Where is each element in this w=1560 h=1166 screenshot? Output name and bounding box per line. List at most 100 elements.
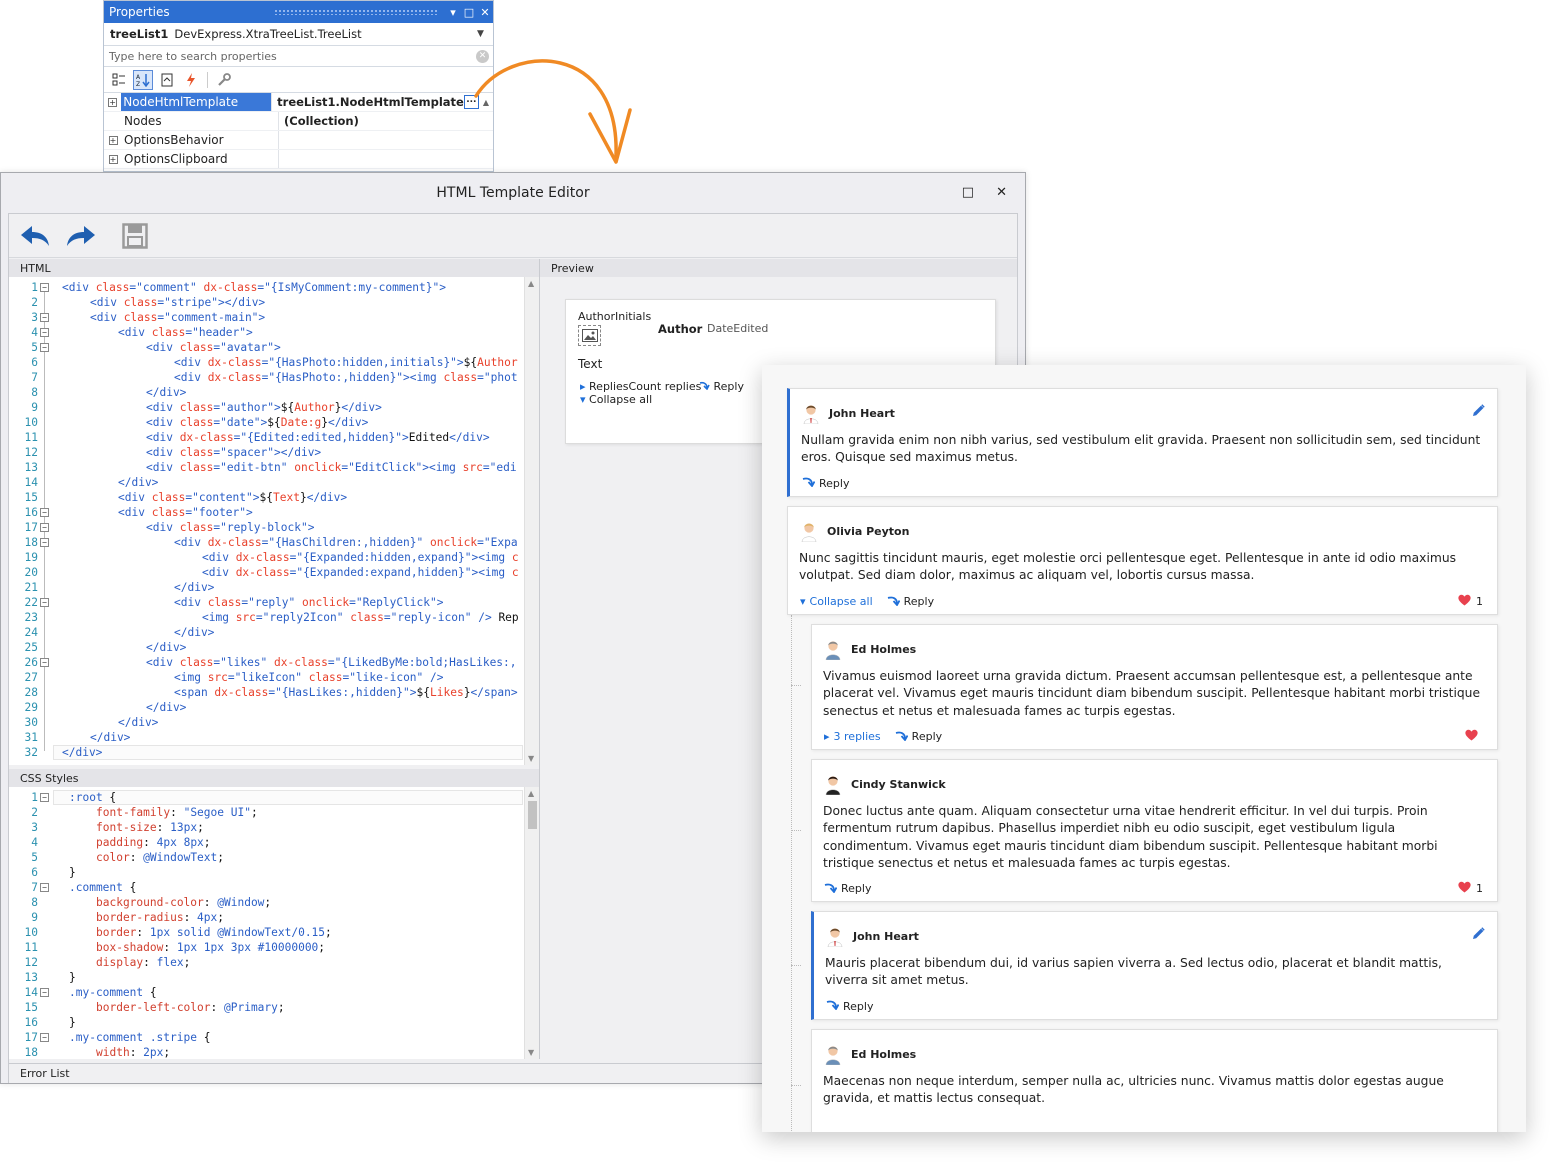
preview-reply-button[interactable]: Reply (699, 380, 744, 393)
code-line[interactable]: 13 <div class="edit-btn" onclick="EditCli… (9, 460, 523, 475)
fold-toggle-icon[interactable]: − (40, 598, 49, 607)
events-icon[interactable] (181, 70, 201, 90)
code-line[interactable]: 1− <div class="comment" dx-class="{IsMyCo… (9, 280, 523, 295)
code-line[interactable]: 3− <div class="comment-main"> (9, 310, 523, 325)
fold-toggle-icon[interactable]: − (40, 988, 49, 997)
code-line[interactable]: 21 </div> (9, 580, 523, 595)
reply-button[interactable]: Reply (895, 730, 942, 744)
preview-replies-toggle[interactable]: ▸ RepliesCount replies (580, 380, 701, 393)
code-line[interactable]: 30 </div> (9, 715, 523, 730)
reply-button[interactable]: Reply (802, 476, 849, 490)
code-line[interactable]: 17− .my-comment .stripe { (9, 1030, 523, 1045)
like-button[interactable]: 1 (1458, 881, 1483, 896)
maximize-icon[interactable]: □ (962, 185, 974, 200)
like-button[interactable]: 1 (1458, 594, 1483, 609)
edit-pencil-icon[interactable] (1472, 927, 1485, 943)
html-code-editor[interactable]: ▲ ▼ 1− <div class="comment" dx-class="{Is… (9, 277, 539, 765)
code-line[interactable]: 15 <div class="content">${Text}</div> (9, 490, 523, 505)
fold-toggle-icon[interactable]: − (40, 508, 49, 517)
code-line[interactable]: 12 <div class="spacer"></div> (9, 445, 523, 460)
css-code-editor[interactable]: ▲ ▼ 1−:root {2 font-family: "Segoe UI"; 3 f… (9, 787, 539, 1059)
code-line[interactable]: 4− <div class="header"> (9, 325, 523, 340)
collapse-all-button[interactable]: ▾ Collapse all (800, 595, 873, 608)
code-line[interactable]: 28 <span dx-class="{HasLikes:,hidden}">${… (9, 685, 523, 700)
code-line[interactable]: 12 display: flex; (9, 955, 523, 970)
code-line[interactable]: 16− <div class="footer"> (9, 505, 523, 520)
close-icon[interactable]: ✕ (477, 6, 493, 19)
fold-toggle-icon[interactable]: − (40, 283, 49, 292)
edit-pencil-icon[interactable] (1472, 404, 1485, 420)
property-row-nodehtmltemplate[interactable]: + NodeHtmlTemplate treeList1.NodeHtmlTem… (104, 93, 493, 112)
code-line[interactable]: 17− <div class="reply-block"> (9, 520, 523, 535)
code-line[interactable]: 14− .my-comment { (9, 985, 523, 1000)
code-line[interactable]: 4 padding: 4px 8px; (9, 835, 523, 850)
code-line[interactable]: 24 </div> (9, 625, 523, 640)
code-line[interactable]: 20 <div dx-class="{Expanded:expand,hidden… (9, 565, 523, 580)
code-line[interactable]: 10 border: 1px solid @WindowText/0.15; (9, 925, 523, 940)
preview-collapse-toggle[interactable]: ▾ Collapse all (580, 393, 652, 406)
code-line[interactable]: 19 <div dx-class="{Expanded:hidden,expand… (9, 550, 523, 565)
fold-toggle-icon[interactable]: − (40, 343, 49, 352)
chevron-down-icon[interactable]: ▼ (477, 29, 493, 39)
code-line[interactable]: 13} (9, 970, 523, 985)
property-row-optionsclipboard[interactable]: + OptionsClipboard (104, 150, 493, 169)
code-line[interactable]: 23 <img src="reply2Icon" class="reply-ico… (9, 610, 523, 625)
code-line[interactable]: 7 <div dx-class="{HasPhoto:,hidden}"><img… (9, 370, 523, 385)
code-line[interactable]: 3 font-size: 13px; (9, 820, 523, 835)
undo-icon[interactable] (19, 220, 51, 252)
fold-toggle-icon[interactable]: − (40, 658, 49, 667)
code-line[interactable]: 16} (9, 1015, 523, 1030)
code-line[interactable]: 14 </div> (9, 475, 523, 490)
like-button[interactable] (1465, 729, 1483, 744)
code-line[interactable]: 2 font-family: "Segoe UI"; (9, 805, 523, 820)
code-line[interactable]: 27 <img src="likeIcon" class="like-icon" … (9, 670, 523, 685)
code-line[interactable]: 26− <div class="likes" dx-class="{LikedBy… (9, 655, 523, 670)
property-row-optionsbehavior[interactable]: + OptionsBehavior (104, 131, 493, 150)
code-line[interactable]: 6} (9, 865, 523, 880)
code-line[interactable]: 5− <div class="avatar"> (9, 340, 523, 355)
categorized-icon[interactable] (109, 70, 129, 90)
save-icon[interactable] (119, 220, 151, 252)
code-line[interactable]: 10 <div class="date">${Date:g}</div> (9, 415, 523, 430)
code-line[interactable]: 1−:root { (9, 790, 523, 805)
wrench-icon[interactable] (214, 70, 234, 90)
property-search-input[interactable]: Type here to search properties ✕ (104, 46, 493, 67)
fold-toggle-icon[interactable]: − (40, 328, 49, 337)
close-icon[interactable]: ✕ (996, 185, 1007, 200)
code-line[interactable]: 8 </div> (9, 385, 523, 400)
code-line[interactable]: 11 box-shadow: 1px 1px 3px #10000000; (9, 940, 523, 955)
reply-button[interactable]: Reply (887, 595, 934, 609)
code-line[interactable]: 2 <div class="stripe"></div> (9, 295, 523, 310)
code-line[interactable]: 18 width: 2px; (9, 1045, 523, 1059)
fold-toggle-icon[interactable]: − (40, 538, 49, 547)
property-row-nodes[interactable]: Nodes (Collection) (104, 112, 493, 131)
reply-button[interactable]: Reply (824, 882, 871, 896)
fold-toggle-icon[interactable]: − (40, 1033, 49, 1042)
fold-toggle-icon[interactable]: − (40, 523, 49, 532)
code-line[interactable]: 8 background-color: @Window; (9, 895, 523, 910)
properties-page-icon[interactable] (157, 70, 177, 90)
reply-button[interactable]: Reply (826, 999, 873, 1013)
expand-replies-button[interactable]: ▸ 3 replies (824, 730, 881, 743)
expand-icon[interactable]: + (108, 97, 118, 107)
code-line[interactable]: 7− .comment { (9, 880, 523, 895)
code-line[interactable]: 15 border-left-color: @Primary; (9, 1000, 523, 1015)
maximize-icon[interactable]: □ (461, 6, 477, 19)
code-line[interactable]: 5 color: @WindowText; (9, 850, 523, 865)
fold-toggle-icon[interactable]: − (40, 793, 49, 802)
code-line[interactable]: 29 </div> (9, 700, 523, 715)
dropdown-icon[interactable]: ▾ (445, 6, 461, 19)
object-selector[interactable]: treeList1 DevExpress.XtraTreeList.TreeLi… (104, 23, 493, 46)
code-line[interactable]: 6 <div dx-class="{HasPhoto:hidden,initial… (9, 355, 523, 370)
fold-toggle-icon[interactable]: − (40, 313, 49, 322)
fold-toggle-icon[interactable]: − (40, 883, 49, 892)
code-line[interactable]: 22− <div class="reply" onclick="ReplyClic… (9, 595, 523, 610)
code-line[interactable]: 9 <div class="author">${Author}</div> (9, 400, 523, 415)
code-line[interactable]: 32 </div> (9, 745, 523, 760)
expand-icon[interactable]: + (108, 154, 118, 164)
alphabetical-icon[interactable]: AZ (133, 69, 153, 90)
code-line[interactable]: 31 </div> (9, 730, 523, 745)
code-line[interactable]: 11 <div dx-class="{Edited:edited,hidden}"… (9, 430, 523, 445)
code-line[interactable]: 25 </div> (9, 640, 523, 655)
redo-icon[interactable] (65, 220, 97, 252)
